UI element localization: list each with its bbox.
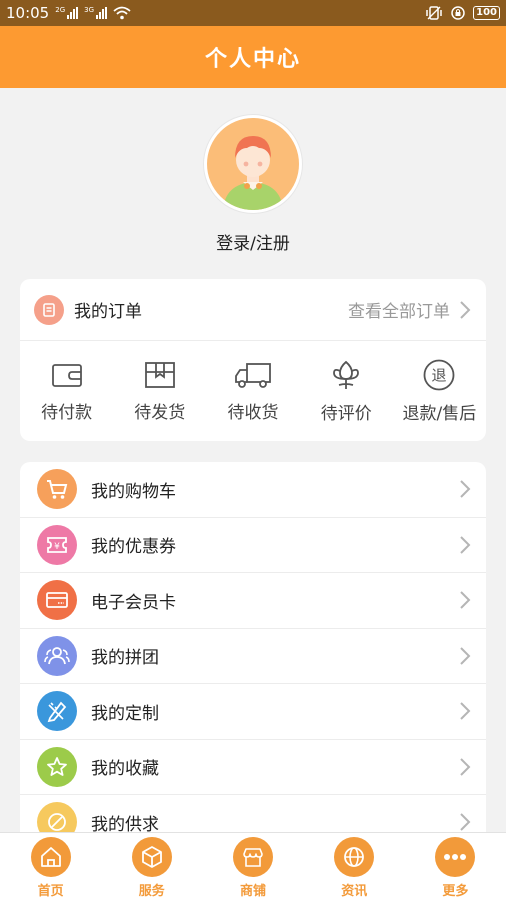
group-icon: [37, 635, 77, 676]
chevron-right-icon: [460, 758, 471, 776]
nav-item-shop[interactable]: 商铺: [202, 833, 303, 900]
page-title: 个人中心: [204, 47, 301, 72]
menu-item-favorites[interactable]: 我的收藏: [20, 740, 486, 795]
menu-item-group-buy[interactable]: 我的拼团: [20, 629, 486, 684]
nav-label: 商铺: [240, 884, 267, 899]
chevron-right-icon: [460, 813, 471, 831]
cart-icon: [37, 469, 77, 510]
view-all-orders-link[interactable]: 查看全部订单: [348, 297, 450, 322]
menu-item-coupons[interactable]: ¥ 我的优惠券: [20, 518, 486, 573]
shop-icon: [233, 837, 273, 877]
order-status-label: 待发货: [134, 402, 186, 423]
order-status-row: 待付款 待发货 待收货 待评价 退 退款/售后: [20, 341, 486, 441]
more-icon: [435, 837, 476, 877]
menu-item-label: 我的购物车: [91, 481, 176, 502]
flower-icon: [333, 360, 360, 389]
order-status-label: 待评价: [320, 403, 372, 424]
menu-item-label: 我的优惠券: [91, 537, 176, 558]
refund-icon: 退: [424, 359, 455, 390]
lock-icon: [451, 6, 465, 20]
nav-label: 资讯: [341, 884, 368, 899]
star-icon: [37, 746, 77, 787]
menu-item-customization[interactable]: 我的定制: [20, 684, 486, 740]
chevron-right-icon: [460, 536, 471, 554]
signal-icon: 2G: [55, 7, 79, 19]
chevron-right-icon: [460, 300, 471, 319]
coupon-icon: ¥: [37, 524, 77, 565]
nav-label: 更多: [442, 884, 469, 899]
order-status-pending-payment[interactable]: 待付款: [20, 341, 113, 441]
status-bar: 10:05 2G 3G 100: [0, 0, 506, 26]
svg-text:退: 退: [432, 366, 447, 384]
bottom-nav: 首页 服务 商铺 资讯 更多: [0, 832, 506, 900]
orders-card: 我的订单 查看全部订单 待付款 待发货 待收货 待评价 退 退款/售后: [20, 279, 486, 441]
login-register-link[interactable]: 登录/注册: [0, 229, 506, 254]
globe-icon: [334, 837, 375, 877]
menu-item-label: 我的定制: [91, 703, 159, 724]
nav-label: 首页: [37, 884, 64, 899]
order-status-label: 待付款: [41, 402, 93, 423]
menu-item-label: 我的拼团: [91, 648, 159, 669]
nav-item-home[interactable]: 首页: [0, 833, 101, 900]
member-card-icon: [37, 580, 77, 621]
truck-icon: [235, 362, 271, 388]
svg-text:¥: ¥: [54, 542, 60, 552]
avatar-illustration-icon: [207, 118, 299, 210]
orders-header[interactable]: 我的订单 查看全部订单: [20, 279, 486, 341]
cube-icon: [131, 837, 172, 877]
menu-item-supply-demand[interactable]: 我的供求: [20, 795, 486, 832]
order-status-pending-shipment[interactable]: 待发货: [113, 341, 206, 441]
order-status-refund[interactable]: 退 退款/售后: [393, 341, 486, 441]
custom-icon: [37, 691, 77, 732]
menu-list: 我的购物车 ¥ 我的优惠券 电子会员卡 我的拼团 我的定制 我的收藏 我的供求: [20, 462, 486, 832]
chevron-right-icon: [460, 702, 471, 720]
box-icon: [144, 361, 175, 388]
nav-label: 服务: [138, 884, 165, 899]
signal-icon: 3G: [84, 7, 108, 19]
order-status-label: 退款/售后: [402, 403, 477, 424]
order-status-pending-receipt[interactable]: 待收货: [206, 341, 299, 441]
chevron-right-icon: [460, 591, 471, 609]
orders-title: 我的订单: [74, 302, 142, 322]
battery-icon: 100: [473, 6, 500, 20]
nav-item-more[interactable]: 更多: [405, 833, 506, 900]
menu-item-label: 我的收藏: [91, 759, 159, 780]
nav-item-service[interactable]: 服务: [101, 833, 202, 900]
menu-item-cart[interactable]: 我的购物车: [20, 462, 486, 518]
menu-item-label: 电子会员卡: [91, 592, 176, 613]
vibrate-icon: [426, 6, 442, 20]
menu-item-member-card[interactable]: 电子会员卡: [20, 573, 486, 629]
avatar[interactable]: [204, 115, 302, 213]
home-icon: [30, 837, 71, 877]
status-time: 10:05: [6, 4, 50, 22]
menu-item-label: 我的供求: [91, 814, 159, 832]
supply-icon: [37, 802, 77, 832]
order-list-icon: [34, 294, 64, 325]
page-header: 个人中心: [0, 26, 506, 88]
chevron-right-icon: [460, 480, 471, 498]
wifi-icon: [113, 6, 131, 20]
order-status-label: 待收货: [227, 402, 279, 423]
chevron-right-icon: [460, 647, 471, 665]
nav-item-news[interactable]: 资讯: [304, 833, 405, 900]
order-status-pending-review[interactable]: 待评价: [300, 341, 393, 441]
wallet-icon: [51, 363, 82, 387]
